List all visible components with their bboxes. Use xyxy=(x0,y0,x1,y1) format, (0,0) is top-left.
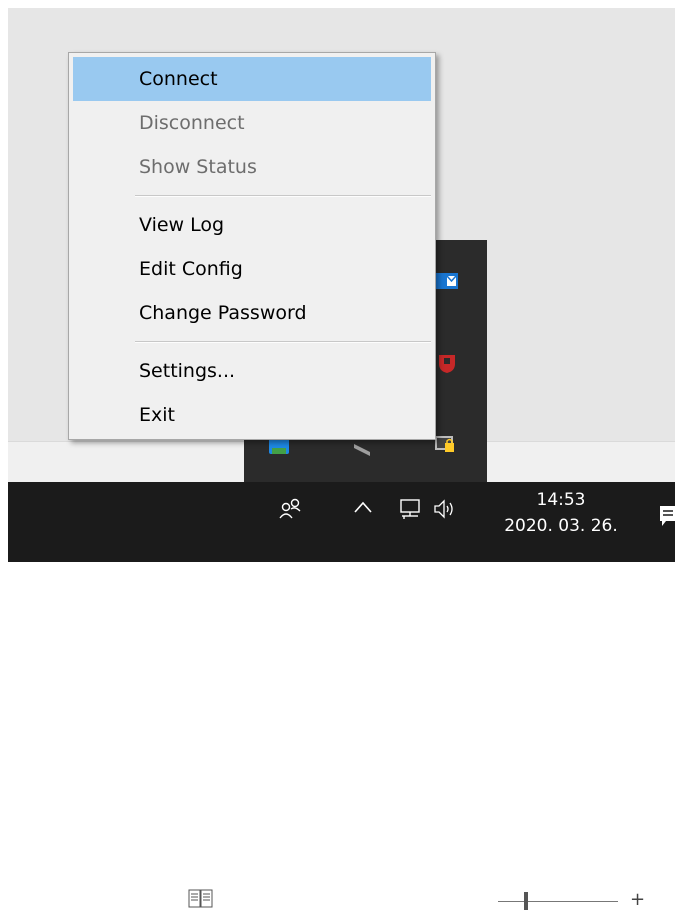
zoom-in-button[interactable]: + xyxy=(630,889,645,911)
menu-item-connect[interactable]: Connect xyxy=(73,57,431,101)
menu-item-show-status[interactable]: Show Status xyxy=(73,145,431,189)
people-icon[interactable] xyxy=(278,496,304,522)
outlook-tray-icon[interactable] xyxy=(436,270,458,292)
vpn-lock-tray-icon[interactable] xyxy=(434,434,456,456)
menu-item-edit-config[interactable]: Edit Config xyxy=(73,247,431,291)
clock-date[interactable]: 2020. 03. 26. xyxy=(496,516,626,536)
notification-icon[interactable] xyxy=(658,504,675,528)
zoom-slider-thumb[interactable] xyxy=(524,892,528,910)
network-icon[interactable] xyxy=(398,498,424,520)
menu-item-change-password[interactable]: Change Password xyxy=(73,291,431,335)
menu-separator xyxy=(135,195,431,197)
chat-tray-icon[interactable] xyxy=(352,438,374,460)
tray-context-menu: Connect Disconnect Show Status View Log … xyxy=(68,52,436,440)
zoom-slider-track xyxy=(498,901,618,902)
menu-item-disconnect[interactable]: Disconnect xyxy=(73,101,431,145)
taskbar: 14:53 2020. 03. 26. xyxy=(8,482,675,562)
zoom-slider[interactable]: + xyxy=(498,888,675,912)
menu-separator xyxy=(135,341,431,343)
chevron-up-icon[interactable] xyxy=(353,500,373,514)
clock-time[interactable]: 14:53 xyxy=(496,490,626,510)
book-reading-mode-icon[interactable] xyxy=(186,888,216,910)
shield-tray-icon[interactable] xyxy=(436,352,458,374)
menu-item-exit[interactable]: Exit xyxy=(73,393,431,437)
menu-item-settings[interactable]: Settings... xyxy=(73,349,431,393)
volume-icon[interactable] xyxy=(432,498,458,520)
menu-item-view-log[interactable]: View Log xyxy=(73,203,431,247)
